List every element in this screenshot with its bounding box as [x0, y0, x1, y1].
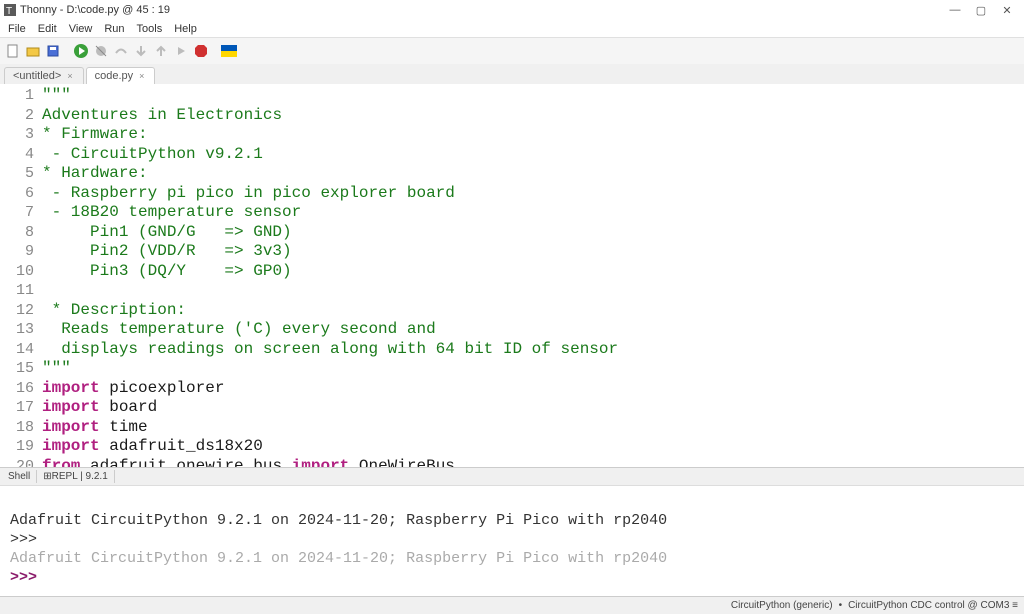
line-number: 8 — [0, 223, 34, 243]
title-bar: T Thonny - D:\code.py @ 45 : 19 — ▢ ✕ — [0, 0, 1024, 20]
shell-panel[interactable]: Adafruit CircuitPython 9.2.1 on 2024-11-… — [0, 486, 1024, 596]
line-number: 3 — [0, 125, 34, 145]
svg-text:T: T — [6, 6, 12, 16]
code-line[interactable]: Pin3 (DQ/Y => GP0) — [42, 262, 1024, 282]
line-gutter: 123456789101112131415161718192021 — [0, 84, 42, 467]
save-icon[interactable] — [44, 42, 62, 60]
close-button[interactable]: ✕ — [994, 4, 1020, 17]
shell-line: Adafruit CircuitPython 9.2.1 on 2024-11-… — [10, 511, 1014, 530]
line-number: 6 — [0, 184, 34, 204]
window-title: Thonny - D:\code.py @ 45 : 19 — [20, 4, 170, 16]
repl-tab[interactable]: ⊞REPL | 9.2.1 — [37, 470, 115, 483]
line-number: 17 — [0, 398, 34, 418]
code-line[interactable]: import board — [42, 398, 1024, 418]
shell-line: Adafruit CircuitPython 9.2.1 on 2024-11-… — [10, 549, 1014, 568]
status-bar: CircuitPython (generic) • CircuitPython … — [0, 596, 1024, 614]
tab-code-py[interactable]: code.py× — [86, 67, 156, 84]
open-file-icon[interactable] — [24, 42, 42, 60]
code-editor[interactable]: 123456789101112131415161718192021 """Adv… — [0, 84, 1024, 468]
step-into-icon[interactable] — [132, 42, 150, 60]
line-number: 18 — [0, 418, 34, 438]
debug-icon[interactable] — [92, 42, 110, 60]
line-number: 9 — [0, 242, 34, 262]
maximize-button[interactable]: ▢ — [968, 4, 994, 17]
code-line[interactable]: import time — [42, 418, 1024, 438]
code-line[interactable]: import picoexplorer — [42, 379, 1024, 399]
line-number: 16 — [0, 379, 34, 399]
line-number: 20 — [0, 457, 34, 469]
new-file-icon[interactable] — [4, 42, 22, 60]
tab-untitled[interactable]: <untitled>× — [4, 67, 84, 84]
shell-line: >>> — [10, 530, 1014, 549]
line-number: 19 — [0, 437, 34, 457]
toolbar — [0, 38, 1024, 64]
line-number: 1 — [0, 86, 34, 106]
code-area[interactable]: """Adventures in Electronics* Firmware: … — [42, 84, 1024, 467]
run-icon[interactable] — [72, 42, 90, 60]
line-number: 13 — [0, 320, 34, 340]
menu-tools[interactable]: Tools — [131, 22, 169, 36]
tab-close-icon[interactable]: × — [67, 71, 72, 81]
code-line[interactable]: Pin2 (VDD/R=> 3v3) — [42, 242, 1024, 262]
line-number: 15 — [0, 359, 34, 379]
line-number: 5 — [0, 164, 34, 184]
tab-close-icon[interactable]: × — [139, 71, 144, 81]
code-line[interactable]: Pin1 (GND/G=> GND) — [42, 223, 1024, 243]
stop-icon[interactable] — [192, 42, 210, 60]
resume-icon[interactable] — [172, 42, 190, 60]
shell-line — [10, 492, 1014, 511]
menu-bar: FileEditViewRunToolsHelp — [0, 20, 1024, 38]
line-number: 2 — [0, 106, 34, 126]
code-line[interactable]: - CircuitPython v9.2.1 — [42, 145, 1024, 165]
shell-tabs: Shell⊞REPL | 9.2.1 — [0, 468, 1024, 486]
menu-help[interactable]: Help — [168, 22, 203, 36]
app-icon: T — [4, 4, 16, 16]
menu-file[interactable]: File — [2, 22, 32, 36]
editor-tabs: <untitled>×code.py× — [0, 64, 1024, 84]
line-number: 4 — [0, 145, 34, 165]
line-number: 14 — [0, 340, 34, 360]
code-line[interactable]: - Raspberry pi pico in pico explorer boa… — [42, 184, 1024, 204]
shell-tab[interactable]: Shell — [2, 470, 37, 483]
status-backend[interactable]: CircuitPython (generic) — [731, 600, 833, 611]
menu-run[interactable]: Run — [98, 22, 130, 36]
code-line[interactable]: Adventures in Electronics — [42, 106, 1024, 126]
code-line[interactable]: import adafruit_ds18x20 — [42, 437, 1024, 457]
code-line[interactable] — [42, 281, 1024, 301]
support-ukraine-icon[interactable] — [220, 42, 238, 60]
minimize-button[interactable]: — — [942, 4, 968, 16]
code-line[interactable]: """ — [42, 86, 1024, 106]
line-number: 12 — [0, 301, 34, 321]
menu-view[interactable]: View — [63, 22, 99, 36]
code-line[interactable]: * Hardware: — [42, 164, 1024, 184]
code-line[interactable]: - 18B20 temperature sensor — [42, 203, 1024, 223]
code-line[interactable]: from adafruit_onewire.bus import OneWire… — [42, 457, 1024, 469]
step-over-icon[interactable] — [112, 42, 130, 60]
line-number: 11 — [0, 281, 34, 301]
code-line[interactable]: displays readings on screen along with 6… — [42, 340, 1024, 360]
shell-line: >>> — [10, 568, 1014, 587]
menu-edit[interactable]: Edit — [32, 22, 63, 36]
line-number: 10 — [0, 262, 34, 282]
code-line[interactable]: * Description: — [42, 301, 1024, 321]
step-out-icon[interactable] — [152, 42, 170, 60]
code-line[interactable]: Reads temperature ('C) every second and — [42, 320, 1024, 340]
status-port[interactable]: CircuitPython CDC control @ COM3 ≡ — [848, 600, 1018, 611]
line-number: 7 — [0, 203, 34, 223]
code-line[interactable]: """ — [42, 359, 1024, 379]
code-line[interactable]: * Firmware: — [42, 125, 1024, 145]
